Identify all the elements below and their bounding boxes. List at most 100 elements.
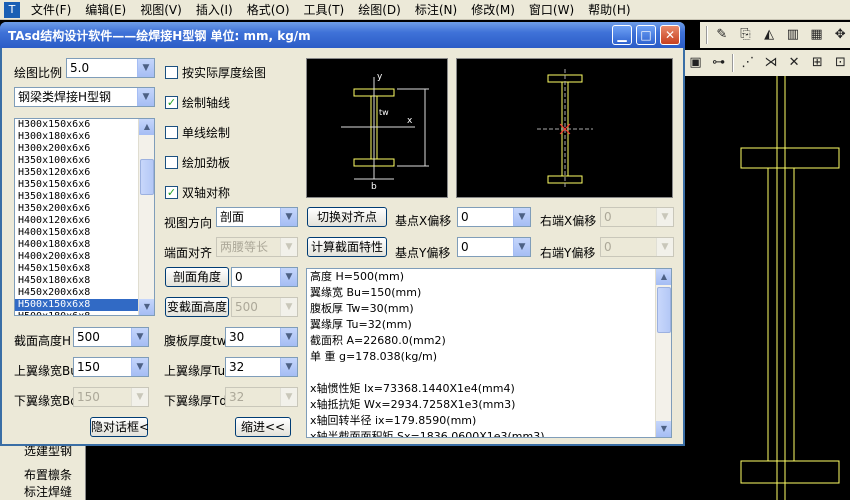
array-icon[interactable]: ▦ <box>807 25 827 45</box>
section-list-item[interactable]: H400x150x6x8 <box>15 227 154 239</box>
snap-midpoint-icon[interactable]: ⋰ <box>738 53 757 73</box>
dock-item-place-purlin[interactable]: 布置檩条 <box>24 466 72 483</box>
menu-dimension[interactable]: 标注(N) <box>408 0 464 20</box>
menu-window[interactable]: 窗口(W) <box>522 0 581 20</box>
menu-tools[interactable]: 工具(T) <box>297 0 352 20</box>
section-list-item[interactable]: H300x150x6x6 <box>15 119 154 131</box>
view-dir-combo[interactable]: 剖面 ▼ <box>216 207 298 227</box>
scroll-up-icon[interactable]: ▲ <box>139 119 154 135</box>
check-icon[interactable]: ✓ <box>165 186 178 199</box>
menu-edit[interactable]: 编辑(E) <box>78 0 133 20</box>
base-x-value: 0 <box>461 210 469 224</box>
erase-icon[interactable]: ✎ <box>712 25 732 45</box>
section-list[interactable]: H300x150x6x6 H300x180x6x6 H300x200x6x6 H350… <box>14 118 155 316</box>
offset-icon[interactable]: ▥ <box>783 25 803 45</box>
scroll-down-icon[interactable]: ▼ <box>656 421 671 437</box>
scale-combo[interactable]: 5.0 ▼ <box>66 58 155 78</box>
close-button[interactable]: ✕ <box>660 25 680 45</box>
menu-modify[interactable]: 修改(M) <box>464 0 522 20</box>
chevron-down-icon[interactable]: ▼ <box>513 238 530 256</box>
dock-item-weld-label[interactable]: 标注焊缝 <box>24 483 72 500</box>
end-align-label: 端面对齐 <box>164 246 213 260</box>
snap-center-icon[interactable]: ⊡ <box>831 53 850 73</box>
menu-help[interactable]: 帮助(H) <box>581 0 637 20</box>
chevron-down-icon[interactable]: ▼ <box>280 268 297 286</box>
copy-icon[interactable]: ⎘ <box>736 25 756 45</box>
section-list-item[interactable]: H400x200x6x8 <box>15 251 154 263</box>
web-combo[interactable]: 30 ▼ <box>225 327 298 347</box>
checkbox-draw-axis[interactable]: ✓ 绘制轴线 <box>165 94 230 111</box>
section-shape-preview <box>456 58 673 198</box>
snap-intersection-icon[interactable]: ⋊ <box>761 53 780 73</box>
section-list-item[interactable]: H350x100x6x6 <box>15 155 154 167</box>
chevron-down-icon[interactable]: ▼ <box>280 358 297 376</box>
chevron-down-icon[interactable]: ▼ <box>513 208 530 226</box>
section-list-item[interactable]: H450x200x6x8 <box>15 287 154 299</box>
checkbox-actual-thickness[interactable]: 按实际厚度绘图 <box>165 64 266 81</box>
chevron-down-icon[interactable]: ▼ <box>280 328 297 346</box>
section-list-item[interactable]: H500x180x6x8 <box>15 311 154 315</box>
top-width-label: 上翼缘宽Bu <box>14 364 78 378</box>
app-icon[interactable]: T <box>4 1 20 18</box>
menu-file[interactable]: 文件(F) <box>24 0 78 20</box>
section-angle-combo[interactable]: 0 ▼ <box>231 267 298 287</box>
calc-props-button[interactable]: 计算截面特性 <box>307 237 387 257</box>
snap-from-icon[interactable]: ▣ <box>686 53 705 73</box>
section-list-item[interactable]: H350x150x6x6 <box>15 179 154 191</box>
chevron-down-icon[interactable]: ▼ <box>137 88 154 106</box>
height-value: 500 <box>77 330 100 344</box>
section-list-item[interactable]: H300x180x6x6 <box>15 131 154 143</box>
scroll-down-icon[interactable]: ▼ <box>139 299 154 315</box>
check-icon[interactable]: ✓ <box>165 96 178 109</box>
section-list-scrollbar[interactable]: ▲ ▼ <box>138 119 154 315</box>
checkbox-box[interactable] <box>165 66 178 79</box>
switch-align-button[interactable]: 切换对齐点 <box>307 207 387 227</box>
section-list-item[interactable]: H450x150x6x8 <box>15 263 154 275</box>
snap-extension-icon[interactable]: ⊞ <box>808 53 827 73</box>
section-list-item[interactable]: H450x180x6x8 <box>15 275 154 287</box>
drawing-canvas[interactable] <box>685 76 850 500</box>
section-list-item[interactable]: H500x150x6x8 <box>15 299 154 311</box>
section-list-item[interactable]: H400x180x6x8 <box>15 239 154 251</box>
top-width-combo[interactable]: 150 ▼ <box>73 357 149 377</box>
scroll-thumb[interactable] <box>657 287 671 333</box>
checkbox-symmetric[interactable]: ✓ 双轴对称 <box>165 184 230 201</box>
menu-view[interactable]: 视图(V) <box>133 0 189 20</box>
top-thick-combo[interactable]: 32 ▼ <box>225 357 298 377</box>
mirror-icon[interactable]: ◭ <box>759 25 779 45</box>
snap-apparent-icon[interactable]: ✕ <box>785 53 804 73</box>
var-height-button[interactable]: 变截面高度 <box>165 297 229 317</box>
chevron-down-icon[interactable]: ▼ <box>280 208 297 226</box>
checkbox-box[interactable] <box>165 156 178 169</box>
minimize-button[interactable]: ▁ <box>612 25 632 45</box>
height-combo[interactable]: 500 ▼ <box>73 327 149 347</box>
section-properties-text[interactable]: 高度 H=500(mm) 翼缘宽 Bu=150(mm) 腹板厚 Tw=30(mm) 翼… <box>306 268 672 438</box>
chevron-down-icon[interactable]: ▼ <box>131 358 148 376</box>
properties-scrollbar[interactable]: ▲ ▼ <box>655 269 671 437</box>
base-x-combo[interactable]: 0 ▼ <box>457 207 531 227</box>
menu-format[interactable]: 格式(O) <box>240 0 297 20</box>
section-list-item[interactable]: H400x120x6x6 <box>15 215 154 227</box>
section-list-item[interactable]: H350x200x6x6 <box>15 203 154 215</box>
checkbox-stiffener[interactable]: 绘加劲板 <box>165 154 230 171</box>
checkbox-single-line[interactable]: 单线绘制 <box>165 124 230 141</box>
scroll-up-icon[interactable]: ▲ <box>656 269 671 285</box>
base-y-combo[interactable]: 0 ▼ <box>457 237 531 257</box>
menu-draw[interactable]: 绘图(D) <box>351 0 408 20</box>
section-angle-button[interactable]: 剖面角度 <box>165 267 229 287</box>
section-list-item[interactable]: H350x180x6x6 <box>15 191 154 203</box>
snap-endpoint-icon[interactable]: ⊶ <box>709 53 728 73</box>
menu-insert[interactable]: 插入(I) <box>189 0 240 20</box>
steel-type-combo[interactable]: 钢梁类焊接H型钢 ▼ <box>14 87 155 107</box>
scroll-thumb[interactable] <box>140 159 154 195</box>
hide-dialog-button[interactable]: 隐对话框< <box>90 417 149 437</box>
section-list-item[interactable]: H350x120x6x6 <box>15 167 154 179</box>
chevron-down-icon[interactable]: ▼ <box>131 328 148 346</box>
dialog-titlebar[interactable]: TAsd结构设计软件——绘焊接H型钢 单位: mm, kg/m ▁ □ ✕ <box>0 22 685 48</box>
move-icon[interactable]: ✥ <box>830 25 850 45</box>
chevron-down-icon[interactable]: ▼ <box>137 59 154 77</box>
checkbox-box[interactable] <box>165 126 178 139</box>
shrink-button[interactable]: 缩进<< <box>235 417 291 437</box>
section-list-item[interactable]: H300x200x6x6 <box>15 143 154 155</box>
maximize-button[interactable]: □ <box>636 25 656 45</box>
